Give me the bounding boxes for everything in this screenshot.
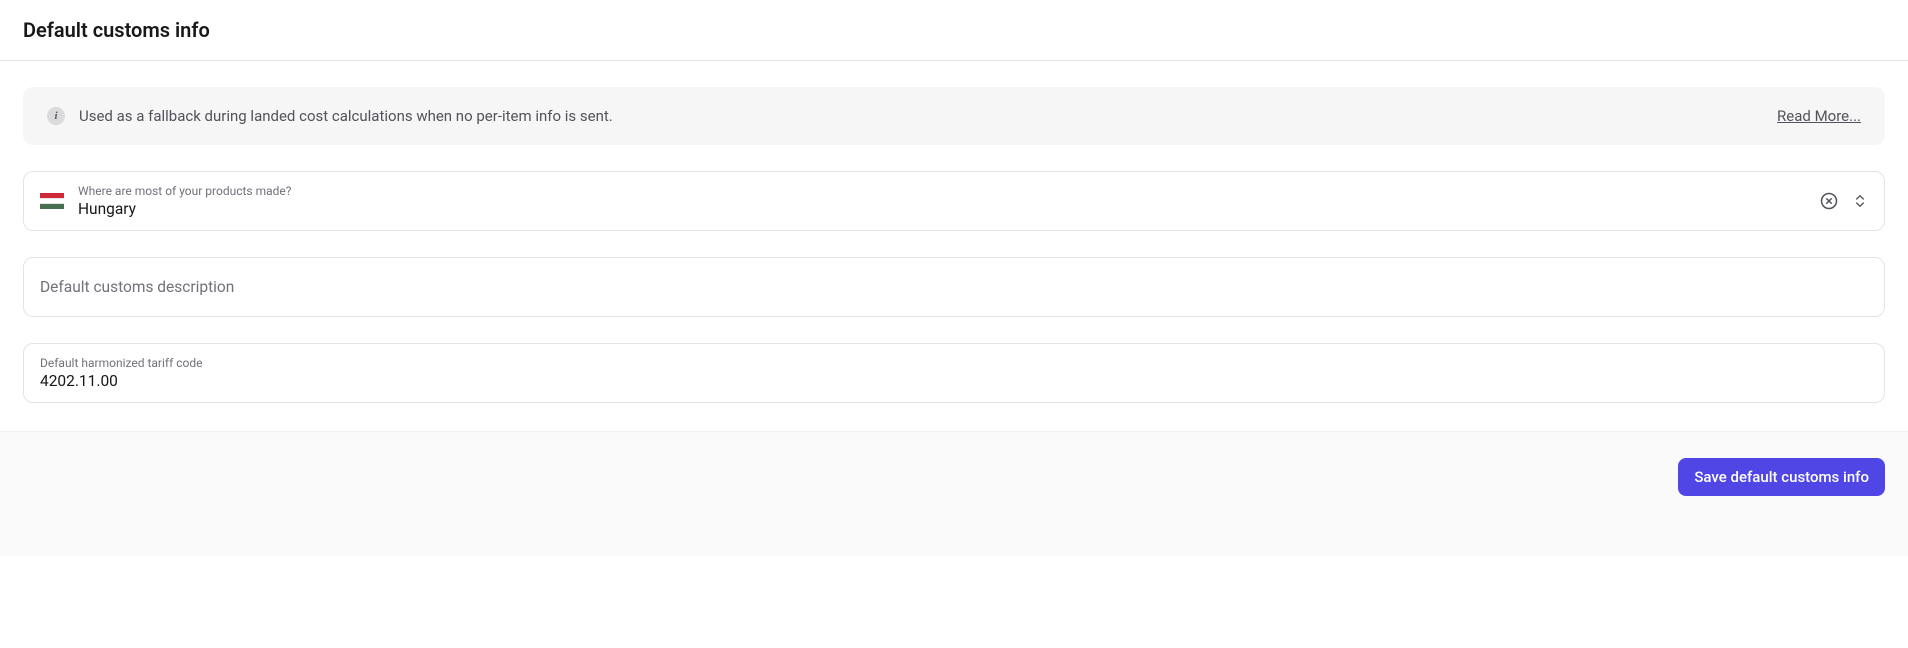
- tariff-field[interactable]: Default harmonized tariff code: [23, 343, 1885, 403]
- country-field-value: Hungary: [78, 200, 1806, 218]
- tariff-field-body: Default harmonized tariff code: [40, 356, 1868, 390]
- country-field-label: Where are most of your products made?: [78, 184, 1806, 198]
- info-icon: i: [47, 107, 65, 125]
- description-field[interactable]: [23, 257, 1885, 317]
- save-button[interactable]: Save default customs info: [1678, 458, 1885, 496]
- flag-icon: [40, 193, 64, 209]
- info-banner-text: Used as a fallback during landed cost ca…: [79, 107, 1763, 125]
- country-field-body: Where are most of your products made? Hu…: [78, 184, 1806, 218]
- read-more-link[interactable]: Read More...: [1777, 107, 1861, 125]
- tariff-input[interactable]: [40, 372, 1868, 390]
- info-banner: i Used as a fallback during landed cost …: [23, 87, 1885, 145]
- country-select-field[interactable]: Where are most of your products made? Hu…: [23, 171, 1885, 231]
- description-input[interactable]: [40, 278, 1868, 296]
- clear-icon[interactable]: [1820, 192, 1838, 210]
- page-header: Default customs info: [0, 0, 1908, 61]
- page-footer: Save default customs info: [0, 431, 1908, 556]
- chevron-up-down-icon[interactable]: [1852, 193, 1868, 209]
- content-area: i Used as a fallback during landed cost …: [0, 61, 1908, 431]
- page-title: Default customs info: [23, 18, 1885, 42]
- country-field-actions: [1820, 192, 1868, 210]
- tariff-field-label: Default harmonized tariff code: [40, 356, 1868, 370]
